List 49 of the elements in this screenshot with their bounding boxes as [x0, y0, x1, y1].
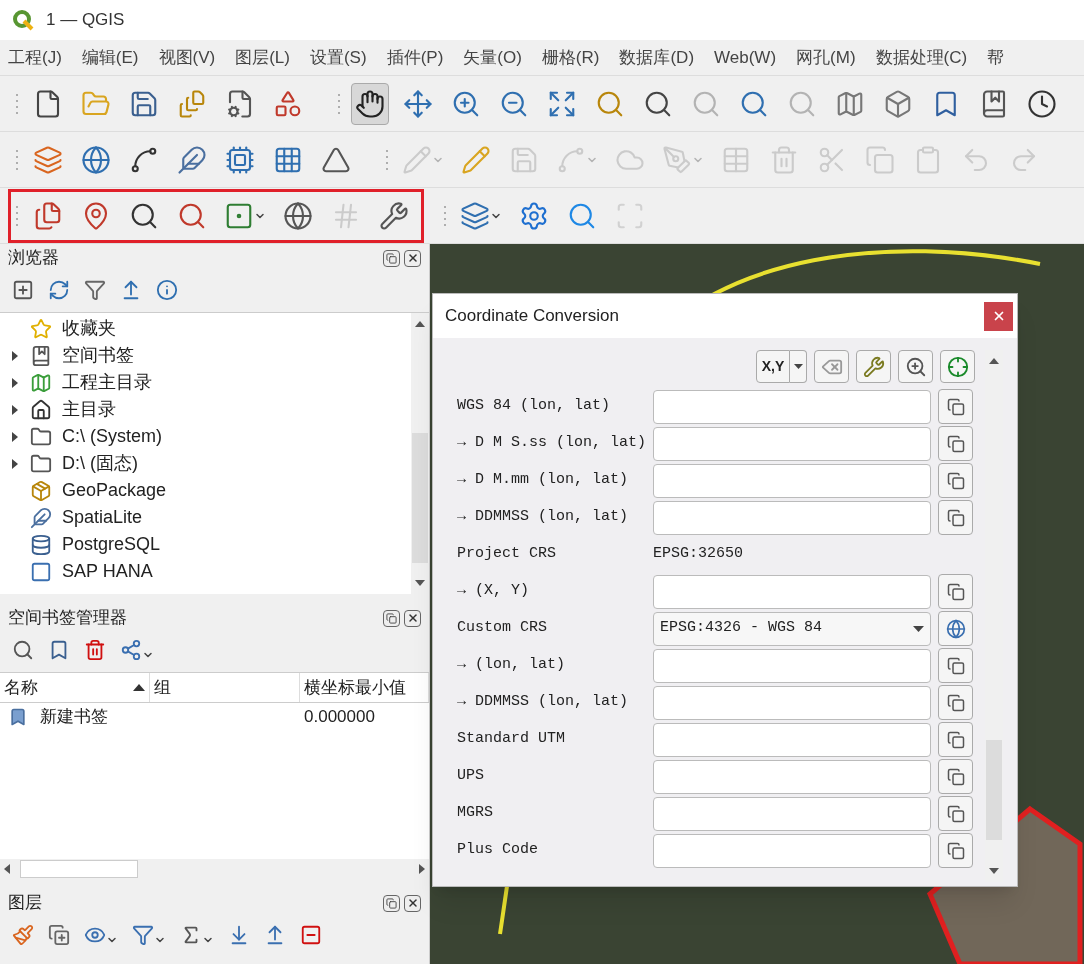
menu-item[interactable]: 数据处理(C)	[875, 44, 968, 71]
table-cell-text: 0.000000	[304, 706, 375, 729]
menu-item[interactable]: 设置(S)	[309, 44, 367, 71]
menu-item[interactable]: 编辑(E)	[81, 44, 139, 71]
field-label: → DDMMSS (lon, lat)	[457, 507, 630, 528]
menu-item[interactable]: 矢量(O)	[463, 44, 522, 71]
crs-dropdown[interactable]: EPSG:4326 - WGS 84	[653, 611, 931, 646]
tree-item[interactable]: 工程主目录	[62, 369, 152, 396]
table-cell-text: 新建书签	[40, 706, 108, 729]
field-label: Custom CRS	[457, 618, 548, 639]
format-button[interactable]: X,Y	[756, 350, 790, 383]
crs-value: EPSG:32650	[653, 544, 743, 565]
column-header[interactable]: 横坐标最小值	[300, 673, 429, 702]
menu-item[interactable]: 工程(J)	[8, 44, 62, 71]
panel-title: 图层	[8, 892, 42, 915]
tree-item[interactable]: GeoPackage	[62, 477, 167, 504]
menu-item[interactable]: 视图(V)	[158, 44, 216, 71]
menu-item[interactable]: 插件(P)	[386, 44, 444, 71]
field-label: → D M S.ss (lon, lat)	[457, 433, 648, 454]
field-label: → D M.mm (lon, lat)	[457, 470, 630, 491]
dialog-title: Coordinate Conversion	[445, 305, 619, 328]
field-label: Plus Code	[457, 840, 539, 861]
tree-item[interactable]: 主目录	[62, 396, 116, 423]
field-label: MGRS	[457, 803, 494, 824]
tree-item[interactable]: SpatiaLite	[62, 504, 143, 531]
tree-item[interactable]: SAP HANA	[62, 558, 153, 585]
tree-item[interactable]: D:\ (固态)	[62, 450, 138, 477]
field-label: WGS 84 (lon, lat)	[457, 396, 612, 417]
menu-item[interactable]: 网孔(M)	[796, 44, 856, 71]
field-label: Project CRS	[457, 544, 558, 565]
menu-item[interactable]: 数据库(D)	[619, 44, 695, 71]
field-label: → DDMMSS (lon, lat)	[457, 692, 630, 713]
tree-item[interactable]: 收藏夹	[62, 315, 116, 342]
menu-item[interactable]: Web(W)	[714, 44, 777, 71]
menu-item[interactable]: 栅格(R)	[541, 44, 600, 71]
panel-title: 浏览器	[8, 247, 59, 270]
field-label: → (lon, lat)	[457, 655, 567, 676]
tree-item[interactable]: C:\ (System)	[62, 423, 162, 450]
menu-item[interactable]: 帮	[987, 44, 1005, 71]
column-header[interactable]: 组	[150, 673, 300, 702]
panel-title: 空间书签管理器	[8, 607, 127, 630]
field-label: UPS	[457, 766, 485, 787]
field-label: → (X, Y)	[457, 581, 530, 602]
field-label: Standard UTM	[457, 729, 567, 750]
window-title: 1 — QGIS	[46, 9, 125, 32]
tree-item[interactable]: 空间书签	[62, 342, 134, 369]
menu-item[interactable]: 图层(L)	[235, 44, 290, 71]
tree-item[interactable]: PostgreSQL	[62, 531, 161, 558]
column-header[interactable]: 名称	[0, 673, 150, 702]
